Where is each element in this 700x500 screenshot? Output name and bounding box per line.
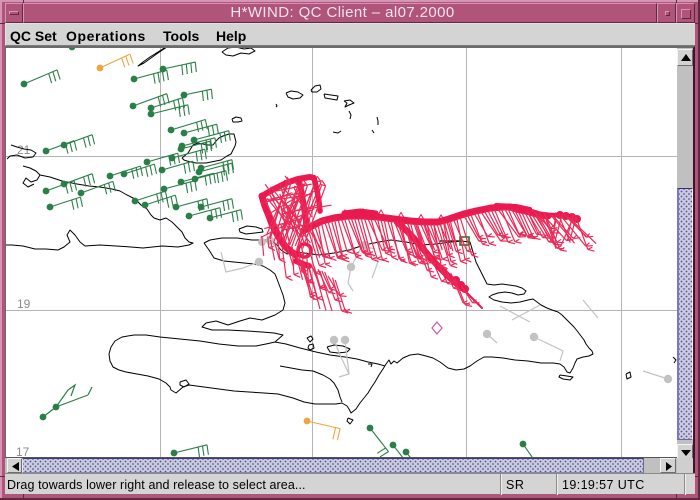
svg-text:19: 19 (17, 297, 31, 311)
